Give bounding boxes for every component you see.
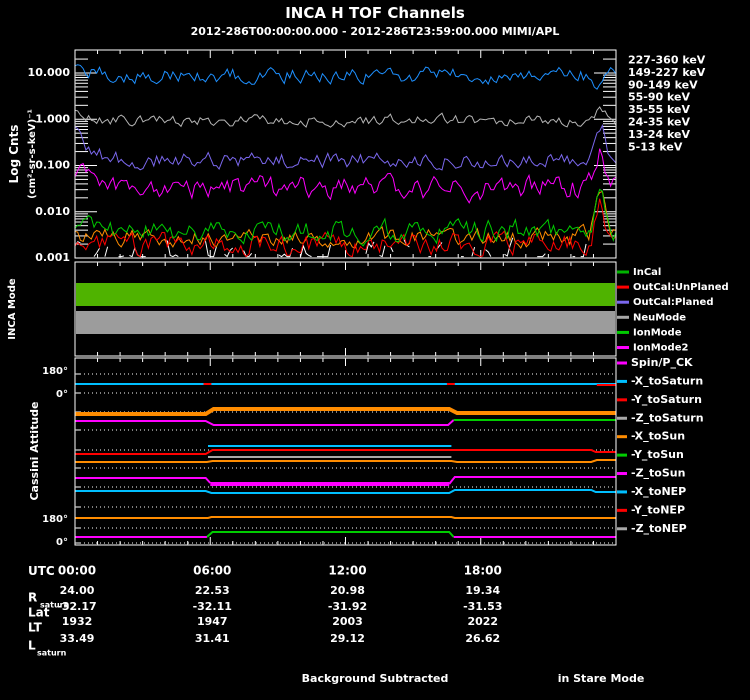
- footer-stare-mode: in Stare Mode: [558, 672, 645, 685]
- attitude-y-tick-label: 0°: [56, 537, 68, 548]
- eph-value: 1947: [197, 615, 228, 628]
- legend-channel-5-13-keV: 5-13 keV: [628, 140, 683, 153]
- legend-attitude--Y_toSaturn: -Y_toSaturn: [631, 393, 702, 406]
- legend-mode-IonMode2: IonMode2: [633, 343, 688, 354]
- eph-value: 29.12: [330, 632, 365, 645]
- utc-tick-label: 18:00: [464, 564, 502, 578]
- legend-mode-InCal: InCal: [633, 267, 661, 278]
- attitude-panel-ylabel: Cassini Attitude: [28, 401, 41, 500]
- attitude-y-tick-label: 180°: [42, 366, 68, 377]
- eph-value: 2003: [332, 615, 363, 628]
- eph-value: 1932: [62, 615, 93, 628]
- legend-mode-OutCal-Planed: OutCal:Planed: [633, 297, 713, 308]
- y-tick-label: 0.100: [35, 159, 70, 172]
- legend-attitude--Z_toNEP: -Z_toNEP: [631, 522, 687, 535]
- eph-value: -32.11: [193, 600, 232, 613]
- attitude-segment-15: [75, 516, 616, 519]
- footer-background-subtracted: Background Subtracted: [302, 672, 449, 685]
- mode-bar-NeuMode: [76, 311, 615, 334]
- utc-tick-label: 06:00: [193, 564, 231, 578]
- legend-channel-227-360-keV: 227-360 keV: [628, 54, 706, 67]
- inca-tof-plot: INCA H TOF Channels 2012-286T00:00:00.00…: [0, 0, 750, 700]
- utc-tick-label: 12:00: [328, 564, 366, 578]
- subtitle: 2012-286T00:00:00.000 - 2012-286T23:59:0…: [191, 25, 560, 38]
- eph-row-sublabel-L: saturn: [37, 649, 67, 658]
- legend-mode-IonMode: IonMode: [633, 327, 682, 338]
- utc-tick-label: 00:00: [58, 564, 96, 578]
- legend-attitude--Y_toNEP: -Y_toNEP: [631, 503, 685, 516]
- top-panel-ylabel-line1: Log Cnts: [7, 125, 21, 184]
- legend-attitude--X_toSaturn: -X_toSaturn: [631, 374, 703, 387]
- eph-value: 2022: [467, 615, 498, 628]
- eph-value: 33.49: [60, 632, 95, 645]
- attitude-y-tick-label: 0°: [56, 389, 68, 400]
- legend-attitude-Spin-P_CK: Spin/P_CK: [631, 356, 693, 369]
- eph-value: -31.92: [328, 600, 367, 613]
- legend-mode-OutCal-UnPlaned: OutCal:UnPlaned: [633, 282, 729, 293]
- y-tick-label: 0.001: [35, 251, 70, 264]
- y-tick-label: 10.000: [28, 66, 71, 79]
- page-title: INCA H TOF Channels: [285, 4, 465, 22]
- legend-attitude--Z_toSaturn: -Z_toSaturn: [631, 411, 704, 424]
- eph-row-label-R: R: [28, 591, 37, 605]
- eph-row-label-L: L: [28, 639, 36, 653]
- legend-channel-35-55-keV: 35-55 keV: [628, 103, 690, 116]
- eph-value: 19.34: [465, 584, 500, 597]
- legend-attitude--X_toSun: -X_toSun: [631, 430, 685, 443]
- eph-value: 31.41: [195, 632, 230, 645]
- eph-value: 24.00: [60, 584, 95, 597]
- eph-row-label-LT: LT: [28, 621, 43, 635]
- legend-attitude--Y_toSun: -Y_toSun: [631, 448, 684, 461]
- eph-value: 26.62: [465, 632, 500, 645]
- eph-value: 20.98: [330, 584, 365, 597]
- mode-panel-ylabel: INCA Mode: [7, 278, 18, 340]
- eph-row-label-Lat: Lat: [28, 606, 50, 620]
- legend-mode-NeuMode: NeuMode: [633, 312, 686, 323]
- legend-channel-24-35-keV: 24-35 keV: [628, 116, 690, 129]
- legend-channel-90-149-keV: 90-149 keV: [628, 78, 698, 91]
- attitude-y-tick-label: 180°: [42, 514, 68, 525]
- eph-value: 22.53: [195, 584, 230, 597]
- y-tick-label: 0.010: [35, 205, 70, 218]
- legend-channel-149-227-keV: 149-227 keV: [628, 66, 706, 79]
- utc-axis-label: UTC: [28, 564, 55, 578]
- legend-attitude--X_toNEP: -X_toNEP: [631, 485, 686, 498]
- eph-value: -31.53: [463, 600, 502, 613]
- mode-bar-IonMode: [76, 283, 615, 306]
- legend-channel-13-24-keV: 13-24 keV: [628, 128, 690, 141]
- y-tick-label: 1.000: [35, 112, 70, 125]
- legend-channel-55-90-keV: 55-90 keV: [628, 91, 690, 104]
- legend-attitude--Z_toSun: -Z_toSun: [631, 467, 685, 480]
